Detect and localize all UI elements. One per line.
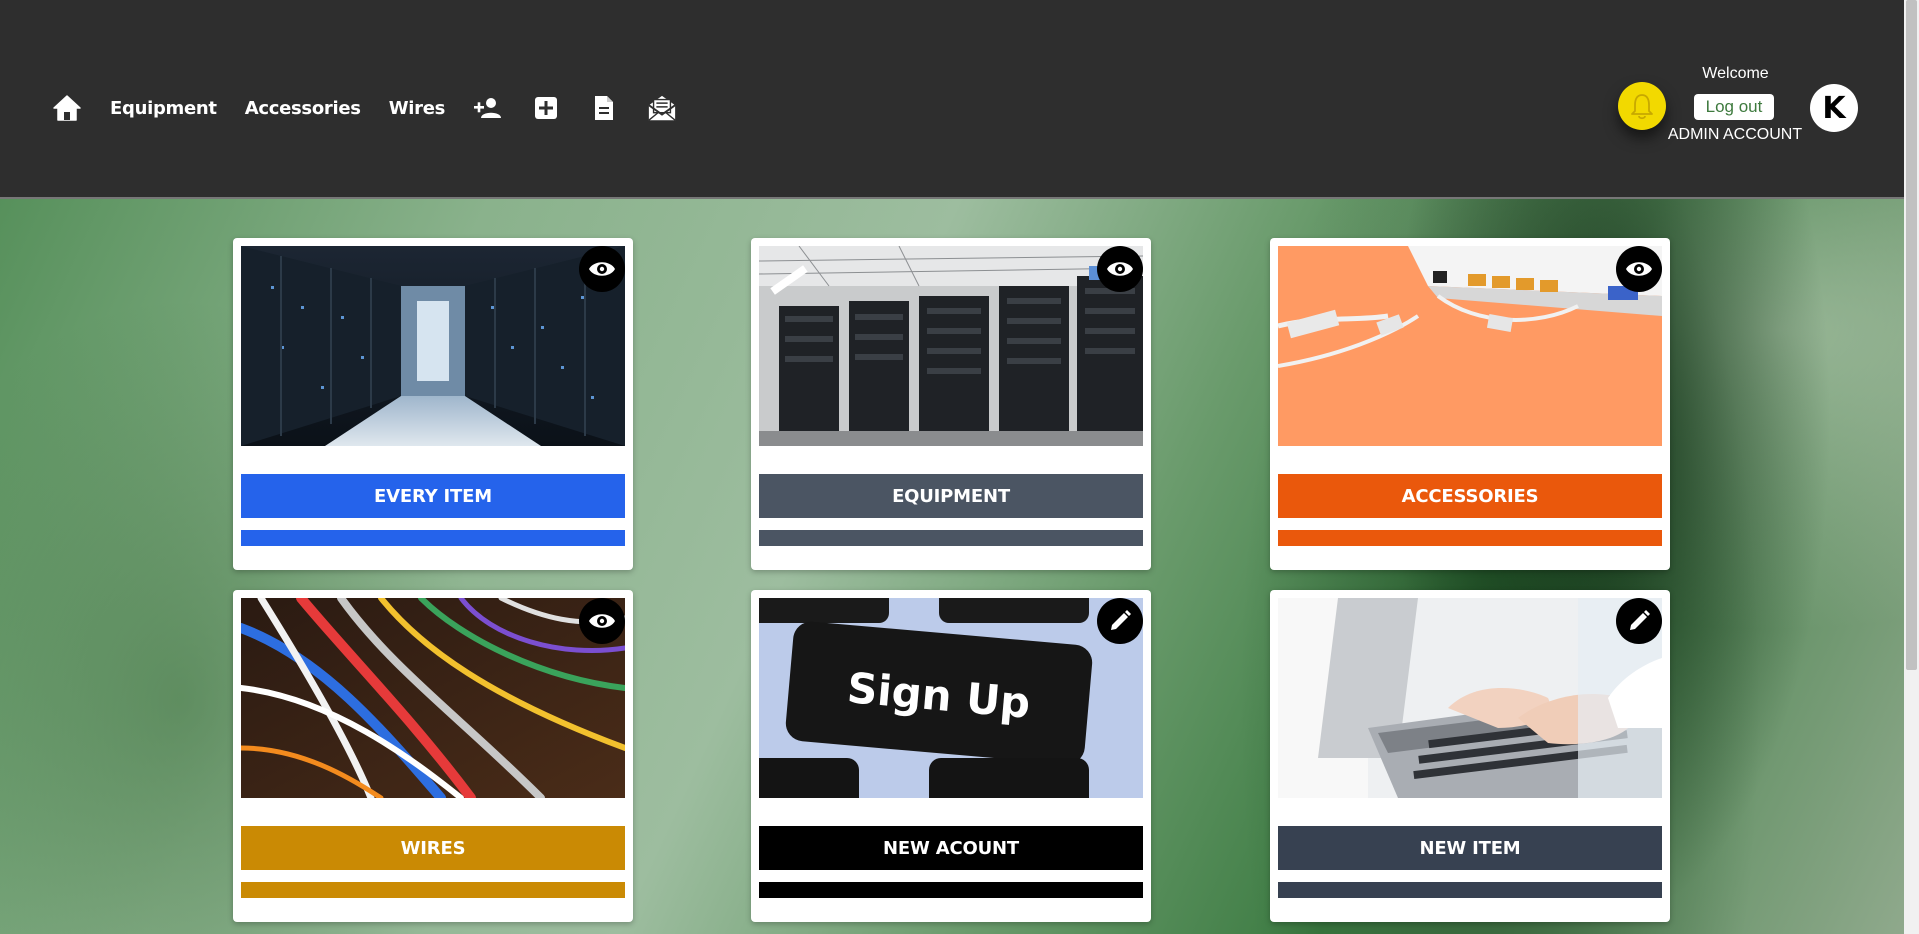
top-navbar: Equipment Accessories Wires Welcome Log …: [0, 0, 1904, 199]
card-equipment: EQUIPMENT: [751, 238, 1151, 570]
main-nav: Equipment Accessories Wires: [52, 90, 705, 126]
equipment-button[interactable]: EQUIPMENT: [759, 474, 1143, 518]
view-eye-icon[interactable]: [579, 598, 625, 644]
account-label: ADMIN ACCOUNT: [1667, 126, 1803, 143]
welcome-text: Welcome: [1702, 65, 1769, 82]
router-cables-image: [1278, 246, 1662, 446]
server-racks-image: [759, 246, 1143, 446]
server-room-image: [241, 246, 625, 446]
wires-button[interactable]: WIRES: [241, 826, 625, 870]
add-user-icon[interactable]: [473, 93, 503, 123]
color-strip: [1278, 882, 1662, 898]
color-strip: [1278, 530, 1662, 546]
view-eye-icon[interactable]: [579, 246, 625, 292]
color-strip: [759, 530, 1143, 546]
card-new-account: Sign Up NEW ACOUNT: [751, 590, 1151, 922]
page-scrollbar[interactable]: [1904, 0, 1919, 934]
home-icon[interactable]: [52, 93, 82, 123]
avatar[interactable]: K: [1810, 84, 1858, 132]
edit-pencil-icon[interactable]: [1616, 598, 1662, 644]
new-account-button[interactable]: NEW ACOUNT: [759, 826, 1143, 870]
color-strip: [241, 882, 625, 898]
document-icon[interactable]: [589, 93, 619, 123]
card-new-item: NEW ITEM: [1270, 590, 1670, 922]
card-accessories: ACCESSORIES: [1270, 238, 1670, 570]
colored-wires-image: [241, 598, 625, 798]
add-item-icon[interactable]: [531, 93, 561, 123]
nav-link-accessories[interactable]: Accessories: [245, 98, 361, 119]
color-strip: [759, 882, 1143, 898]
new-item-button[interactable]: NEW ITEM: [1278, 826, 1662, 870]
scrollbar-thumb[interactable]: [1906, 0, 1917, 670]
edit-pencil-icon[interactable]: [1097, 598, 1143, 644]
card-wires: WIRES: [233, 590, 633, 922]
color-strip: [241, 530, 625, 546]
view-eye-icon[interactable]: [1097, 246, 1143, 292]
every-item-button[interactable]: EVERY ITEM: [241, 474, 625, 518]
accessories-button[interactable]: ACCESSORIES: [1278, 474, 1662, 518]
card-every-item: EVERY ITEM: [233, 238, 633, 570]
nav-link-wires[interactable]: Wires: [389, 98, 446, 119]
logout-button[interactable]: Log out: [1694, 94, 1774, 120]
nav-link-equipment[interactable]: Equipment: [110, 98, 217, 119]
view-eye-icon[interactable]: [1616, 246, 1662, 292]
mail-open-icon[interactable]: [647, 93, 677, 123]
laptop-typing-image: [1278, 598, 1662, 798]
notification-bell-icon[interactable]: [1618, 82, 1666, 130]
sign-up-key-image: Sign Up: [759, 598, 1143, 798]
